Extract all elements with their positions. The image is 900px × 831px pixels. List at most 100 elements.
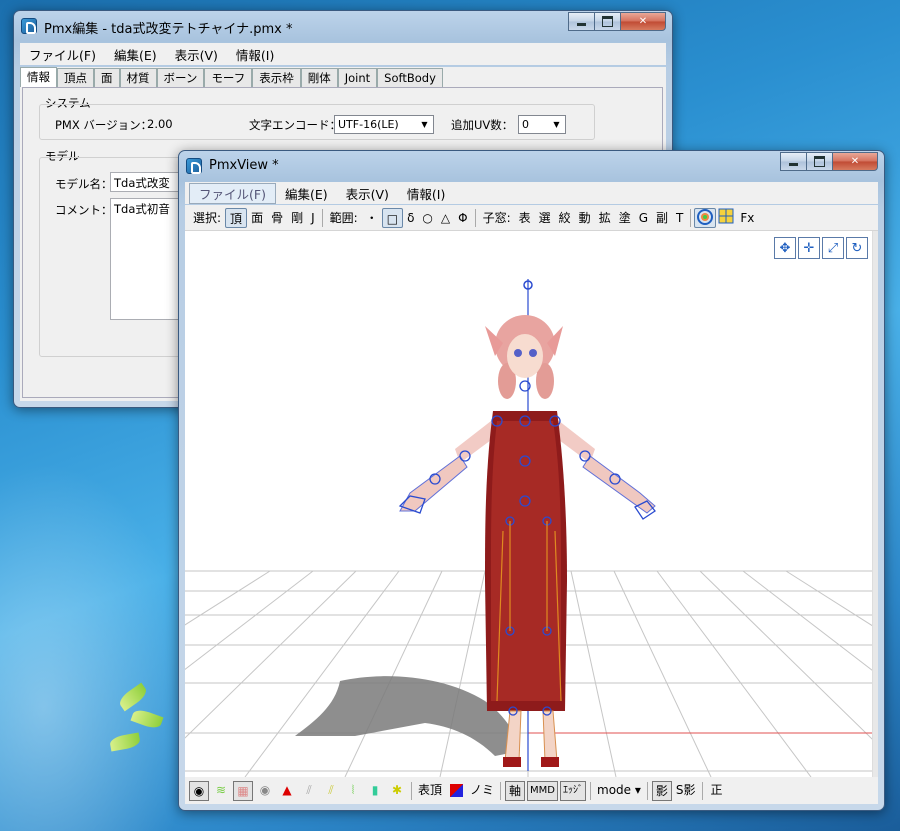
texture-display-icon[interactable]: ▦ bbox=[233, 781, 253, 801]
model-name-value: Tda式改変 bbox=[114, 176, 170, 190]
3d-viewport[interactable]: ✥ ✛ ⤢ ↻ bbox=[185, 231, 872, 777]
material-display-icon[interactable]: ◉ bbox=[255, 781, 275, 801]
tab-joint[interactable]: Joint bbox=[337, 68, 378, 87]
child-window-label: 子窓: bbox=[482, 210, 511, 225]
comment-label: コメント： bbox=[55, 203, 113, 217]
select-bone-button[interactable]: 骨 bbox=[267, 208, 287, 228]
menu-info[interactable]: 情報(I) bbox=[398, 184, 454, 203]
encoding-label: 文字エンコード： bbox=[249, 118, 341, 132]
child-filter-button[interactable]: 絞 bbox=[555, 208, 575, 228]
menu-view[interactable]: 表示(V) bbox=[166, 45, 227, 64]
menu-edit[interactable]: 編集(E) bbox=[105, 45, 166, 64]
rigidbody-display-icon[interactable]: ▮ bbox=[365, 781, 385, 801]
encoding-select[interactable]: UTF-16(LE) ▼ bbox=[334, 115, 434, 134]
toolbar-divider bbox=[690, 208, 692, 227]
normal-display-icon[interactable]: ⫽ bbox=[299, 781, 319, 801]
pan-view-icon[interactable]: ✛ bbox=[798, 237, 820, 259]
range-circle-button[interactable]: ○ bbox=[418, 208, 436, 228]
pmx-view-window: PmxView * ✕ ファイル(F) 編集(E) 表示(V) 情報(I) 選択… bbox=[178, 150, 885, 811]
front-view-button[interactable]: 正 bbox=[707, 781, 727, 801]
chevron-down-icon: ▼ bbox=[421, 120, 428, 129]
joint-display-icon[interactable]: ✱ bbox=[387, 781, 407, 801]
axis-button[interactable]: 軸 bbox=[505, 781, 526, 801]
child-table-button[interactable]: 表 bbox=[515, 208, 535, 228]
tab-face[interactable]: 面 bbox=[94, 68, 120, 87]
select-face-button[interactable]: 面 bbox=[247, 208, 267, 228]
pmx-version-value: 2.00 bbox=[147, 117, 173, 131]
fx-button[interactable]: Fx bbox=[736, 208, 758, 228]
close-button[interactable]: ✕ bbox=[832, 152, 878, 171]
select-vertex-button[interactable]: 頂 bbox=[225, 207, 248, 228]
select-label: 選択: bbox=[193, 210, 222, 225]
color-swatch-icon[interactable] bbox=[446, 781, 466, 801]
encoding-value: UTF-16(LE) bbox=[338, 118, 399, 131]
child-select-button[interactable]: 選 bbox=[535, 208, 555, 228]
surface-vertex-button[interactable]: 表頂 bbox=[416, 781, 444, 801]
tab-softbody[interactable]: SoftBody bbox=[377, 68, 443, 87]
mmd-button[interactable]: MMD bbox=[527, 781, 558, 801]
range-triangle-button[interactable]: △ bbox=[437, 208, 454, 228]
wire-display-icon[interactable]: ≋ bbox=[211, 781, 231, 801]
child-sub-button[interactable]: 副 bbox=[652, 208, 672, 228]
uv-count-select[interactable]: 0 ▼ bbox=[518, 115, 566, 134]
shadow-button[interactable]: 影 bbox=[651, 781, 672, 801]
editor-tabs: 情報 頂点 面 材質 ボーン モーフ 表示枠 剛体 Joint SoftBody bbox=[20, 67, 443, 87]
toolbar-divider bbox=[500, 782, 502, 800]
tab-material[interactable]: 材質 bbox=[119, 68, 157, 87]
tab-morph[interactable]: モーフ bbox=[204, 68, 253, 87]
select-joint-button[interactable]: J bbox=[307, 208, 319, 228]
scene-canvas bbox=[185, 279, 872, 777]
select-rigidbody-button[interactable]: 剛 bbox=[287, 208, 307, 228]
child-g-button[interactable]: G bbox=[635, 208, 652, 228]
menu-edit[interactable]: 編集(E) bbox=[276, 184, 337, 203]
model-name-label: モデル名： bbox=[55, 177, 113, 191]
viewer-client: 選択: 頂 面 骨 剛 J 範囲: ・ □ δ ○ △ Φ 子窓: 表 選 絞 … bbox=[185, 205, 878, 804]
child-move-button[interactable]: 動 bbox=[575, 208, 595, 228]
vertex-display-icon[interactable]: ◉ bbox=[189, 781, 209, 801]
child-t-button[interactable]: T bbox=[672, 208, 687, 228]
self-shadow-button[interactable]: S影 bbox=[674, 781, 698, 801]
viewport-scrollbar[interactable] bbox=[872, 231, 878, 777]
tab-display-frame[interactable]: 表示枠 bbox=[252, 68, 301, 87]
menu-info[interactable]: 情報(I) bbox=[227, 45, 283, 64]
edge-button[interactable]: ｴｯｼﾞ bbox=[560, 781, 586, 801]
toolbar-divider bbox=[474, 208, 476, 227]
tab-rigidbody[interactable]: 剛体 bbox=[300, 68, 338, 87]
rotate-view-icon[interactable]: ↻ bbox=[846, 237, 868, 259]
child-scale-button[interactable]: 拡 bbox=[595, 208, 615, 228]
viewer-bottombar: ◉ ≋ ▦ ◉ ▲ ⫽ ⫽ ⦚ ▮ ✱ 表頂 ノミ 軸 MMD ｴｯｼﾞ mod… bbox=[185, 778, 878, 804]
tab-bone[interactable]: ボーン bbox=[156, 68, 205, 87]
bone-display-icon[interactable]: ⦚ bbox=[343, 781, 363, 801]
minimize-button[interactable] bbox=[568, 12, 595, 31]
color-wheel-icon[interactable] bbox=[694, 207, 717, 228]
zoom-view-icon[interactable]: ⤢ bbox=[822, 237, 844, 259]
range-phi-button[interactable]: Φ bbox=[454, 208, 471, 228]
grid-view-icon[interactable] bbox=[716, 208, 736, 228]
face-display-icon[interactable]: ▲ bbox=[277, 781, 297, 801]
tab-info[interactable]: 情報 bbox=[20, 67, 57, 87]
maximize-button[interactable] bbox=[806, 152, 833, 171]
app-icon bbox=[21, 18, 37, 34]
range-point-button[interactable]: ・ bbox=[362, 208, 382, 228]
menu-view[interactable]: 表示(V) bbox=[337, 184, 398, 203]
editor-menubar: ファイル(F) 編集(E) 表示(V) 情報(I) bbox=[20, 43, 666, 65]
range-label: 範囲: bbox=[329, 210, 358, 225]
toolbar-divider bbox=[411, 782, 412, 800]
minimize-button[interactable] bbox=[780, 152, 807, 171]
child-paint-button[interactable]: 塗 bbox=[615, 208, 635, 228]
range-rect-button[interactable]: □ bbox=[381, 207, 404, 228]
move-view-icon[interactable]: ✥ bbox=[774, 237, 796, 259]
maximize-button[interactable] bbox=[594, 12, 621, 31]
viewer-title: PmxView * bbox=[209, 158, 279, 173]
range-delta-button[interactable]: δ bbox=[403, 208, 418, 228]
editor-titlebar[interactable]: Pmx編集 - tda式改変テトチャイナ.pmx * ✕ bbox=[14, 11, 672, 41]
viewer-titlebar[interactable]: PmxView * ✕ bbox=[179, 151, 884, 181]
close-button[interactable]: ✕ bbox=[620, 12, 666, 31]
toolbar-divider bbox=[590, 782, 591, 800]
mode-dropdown[interactable]: mode ▾ bbox=[595, 781, 643, 801]
weight-display-icon[interactable]: ⫽ bbox=[321, 781, 341, 801]
menu-file[interactable]: ファイル(F) bbox=[189, 182, 276, 204]
menu-file[interactable]: ファイル(F) bbox=[20, 45, 105, 64]
tab-vertex[interactable]: 頂点 bbox=[57, 68, 94, 87]
only-button[interactable]: ノミ bbox=[468, 781, 496, 801]
